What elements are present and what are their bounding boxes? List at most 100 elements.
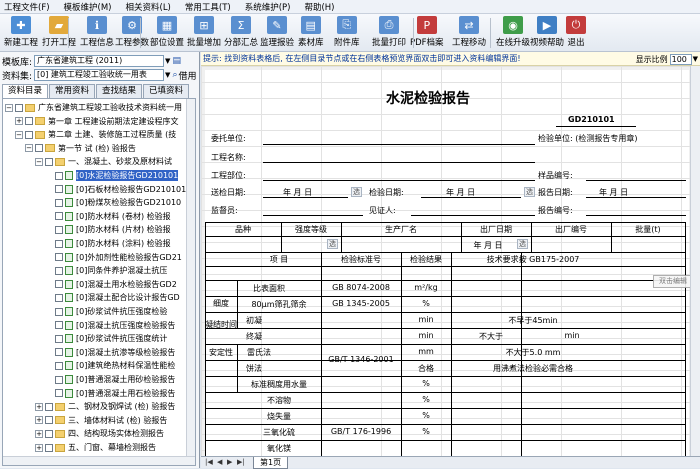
tree-checkbox[interactable]	[45, 416, 53, 425]
toolbar-button-11[interactable]: P PDF档案	[410, 16, 444, 50]
tree-checkbox[interactable]	[35, 144, 43, 153]
check-date-value[interactable]: 年 月 日	[446, 187, 475, 198]
tree-node[interactable]: [0]外加剂性能检验报告GD21	[45, 251, 182, 264]
tab-search-results[interactable]: 查找结果	[96, 84, 143, 98]
tree-node[interactable]: + 五、门窗、幕墙检测报告	[35, 441, 156, 454]
tree-node[interactable]: − 广东省建筑工程竣工验收技术资料统一用	[5, 101, 182, 114]
menu-system[interactable]: 系统维护(P)	[245, 1, 291, 13]
tree-checkbox[interactable]	[55, 266, 63, 275]
toolbar-button-5[interactable]: ⊞ 批量增加	[187, 16, 221, 50]
tab-filled[interactable]: 已填资料	[143, 84, 190, 98]
toolbar-button-3[interactable]: ⚙ 工程参数	[115, 16, 149, 50]
check-date-picker-button[interactable]: 选	[524, 187, 535, 197]
send-date-picker-button[interactable]: 选	[351, 187, 362, 197]
zoom-input[interactable]: 100	[669, 54, 692, 65]
toolbar-button-7[interactable]: ✎ 监理报验	[260, 16, 294, 50]
tree-node[interactable]: [0]砂浆试件抗压强度统计	[45, 332, 167, 345]
tree-node[interactable]: + 三、墙体材料试 (检) 验报告	[35, 414, 167, 427]
tree-node[interactable]: − 第二章 土建、装修施工过程质量 (技	[15, 128, 176, 141]
chevron-down-icon[interactable]: ▼	[165, 57, 170, 65]
toolbar-button-10[interactable]: ⎙ 批量打印	[372, 16, 406, 50]
book-icon[interactable]: ▤	[172, 56, 181, 66]
search-icon[interactable]: ⌕	[172, 70, 177, 80]
tree-checkbox[interactable]	[55, 225, 63, 234]
tree-checkbox[interactable]	[45, 429, 53, 438]
expand-icon[interactable]: +	[35, 443, 43, 452]
tree-node[interactable]: [0]混凝土配合比设计报告GD	[45, 291, 180, 304]
toolbar-button-12[interactable]: ⇄ 工程移动	[452, 16, 486, 50]
tab-common[interactable]: 常用资料	[49, 84, 96, 98]
tree-checkbox[interactable]	[55, 348, 63, 357]
expand-icon[interactable]: +	[35, 429, 43, 438]
tree-horizontal-scrollbar[interactable]	[3, 456, 195, 465]
toolbar-button-6[interactable]: Σ 分部汇总	[224, 16, 258, 50]
chevron-down-icon[interactable]: ▼	[693, 53, 698, 66]
tree-checkbox[interactable]	[55, 171, 63, 180]
send-date-value[interactable]: 年 月 日	[283, 187, 312, 198]
toolbar-button-8[interactable]: ▤ 素材库	[298, 16, 324, 50]
tree-scrollbar[interactable]	[186, 99, 195, 465]
first-sheet-icon[interactable]: |◀	[205, 458, 213, 466]
tree-node[interactable]: − 第一节 试 (检) 验报告	[25, 142, 136, 155]
tree-node[interactable]: [0]普通混凝土用砂检验报告	[45, 373, 175, 386]
expand-icon[interactable]: +	[15, 117, 23, 126]
tree-checkbox[interactable]	[55, 280, 63, 289]
toolbar-button-0[interactable]: ✚ 新建工程	[4, 16, 38, 50]
toolbar-button-4[interactable]: ▦ 部位设置	[150, 16, 184, 50]
tree-checkbox[interactable]	[45, 443, 53, 452]
tree-checkbox[interactable]	[55, 321, 63, 330]
chevron-down-icon[interactable]: ▼	[165, 71, 170, 79]
template-select[interactable]: 广东省建筑工程 (2011)	[34, 55, 165, 67]
collapse-icon[interactable]: −	[25, 144, 33, 153]
menu-tools[interactable]: 常用工具(T)	[185, 1, 231, 13]
toolbar-button-2[interactable]: ℹ 工程信息	[80, 16, 114, 50]
toolbar-button-1[interactable]: ▰ 打开工程	[42, 16, 76, 50]
tree-checkbox[interactable]	[55, 239, 63, 248]
tree-node[interactable]: [0]混凝土抗渗等级检验报告	[45, 346, 175, 359]
tree-checkbox[interactable]	[55, 375, 63, 384]
tree-checkbox[interactable]	[45, 402, 53, 411]
tree-node[interactable]: + 四、结构现场实体检测报告	[35, 427, 164, 440]
toolbar-button-14[interactable]: ▶ 视频帮助	[530, 16, 564, 50]
use-button[interactable]: 借用	[178, 69, 196, 82]
tree-checkbox[interactable]	[55, 253, 63, 262]
tree-node[interactable]: [0]水泥检验报告GD210101	[45, 169, 179, 182]
tree-node[interactable]: [0]建筑绝热材料保温性能检	[45, 359, 175, 372]
last-sheet-icon[interactable]: ▶|	[237, 458, 245, 466]
tree-node[interactable]: [0]同条件养护混凝土抗压	[45, 264, 167, 277]
spreadsheet-grid[interactable]: 水泥检验报告 GD210101 委托单位: 检验单位: (检测报告专用章) 工程…	[201, 66, 700, 456]
tree-node[interactable]: + 二、钢材及钢焊试 (检) 验报告	[35, 400, 175, 413]
tree-node[interactable]: [0]混凝土抗压强度检验报告	[45, 319, 175, 332]
collapse-icon[interactable]: −	[15, 130, 23, 139]
collapse-icon[interactable]: −	[35, 157, 43, 166]
toolbar-button-15[interactable]: ⏻ 退出	[566, 16, 586, 50]
dataset-select[interactable]: [0] 建筑工程竣工验收统一用表	[34, 69, 165, 81]
menu-template[interactable]: 模板维护(M)	[64, 1, 112, 13]
catalog-tree[interactable]: − 广东省建筑工程竣工验收技术资料统一用 + 第一章 工程建设前期法定建设程序文 − 第二…	[2, 98, 196, 466]
tree-checkbox[interactable]	[55, 389, 63, 398]
tree-node[interactable]: [0]混凝土用水检验报告GD2	[45, 278, 177, 291]
tree-checkbox[interactable]	[55, 212, 63, 221]
tree-node[interactable]: [0]防水材料 (卷材) 检验报	[45, 210, 171, 223]
tree-node[interactable]: [0]防水材料 (片材) 检验报	[45, 223, 171, 236]
tree-checkbox[interactable]	[55, 307, 63, 316]
tree-checkbox[interactable]	[55, 185, 63, 194]
tree-node[interactable]: + 第一章 工程建设前期法定建设程序文	[15, 115, 179, 128]
strength-select-button[interactable]: 选	[327, 239, 338, 249]
tree-node[interactable]: [0]防水材料 (涂料) 检验报	[45, 237, 171, 250]
date-select-button[interactable]: 选	[517, 239, 528, 249]
report-date-value[interactable]: 年 月 日	[599, 187, 628, 198]
factory-date-value[interactable]: 年 月 日	[463, 240, 513, 251]
toolbar-button-9[interactable]: ⎘ 附件库	[334, 16, 360, 50]
menu-file[interactable]: 工程文件(F)	[4, 1, 50, 13]
menu-related[interactable]: 相关资料(L)	[126, 1, 171, 13]
tree-checkbox[interactable]	[15, 103, 23, 112]
vertical-scrollbar[interactable]	[690, 66, 700, 456]
expand-icon[interactable]: +	[35, 402, 43, 411]
tree-node[interactable]: [0]石板材检验报告GD210101	[45, 183, 186, 196]
tree-node[interactable]: [0]砂浆试件抗压强度检验	[45, 305, 167, 318]
tree-checkbox[interactable]	[55, 361, 63, 370]
toolbar-button-13[interactable]: ◉ 在线升级	[496, 16, 530, 50]
prev-sheet-icon[interactable]: ◀	[217, 458, 222, 466]
next-sheet-icon[interactable]: ▶	[227, 458, 232, 466]
